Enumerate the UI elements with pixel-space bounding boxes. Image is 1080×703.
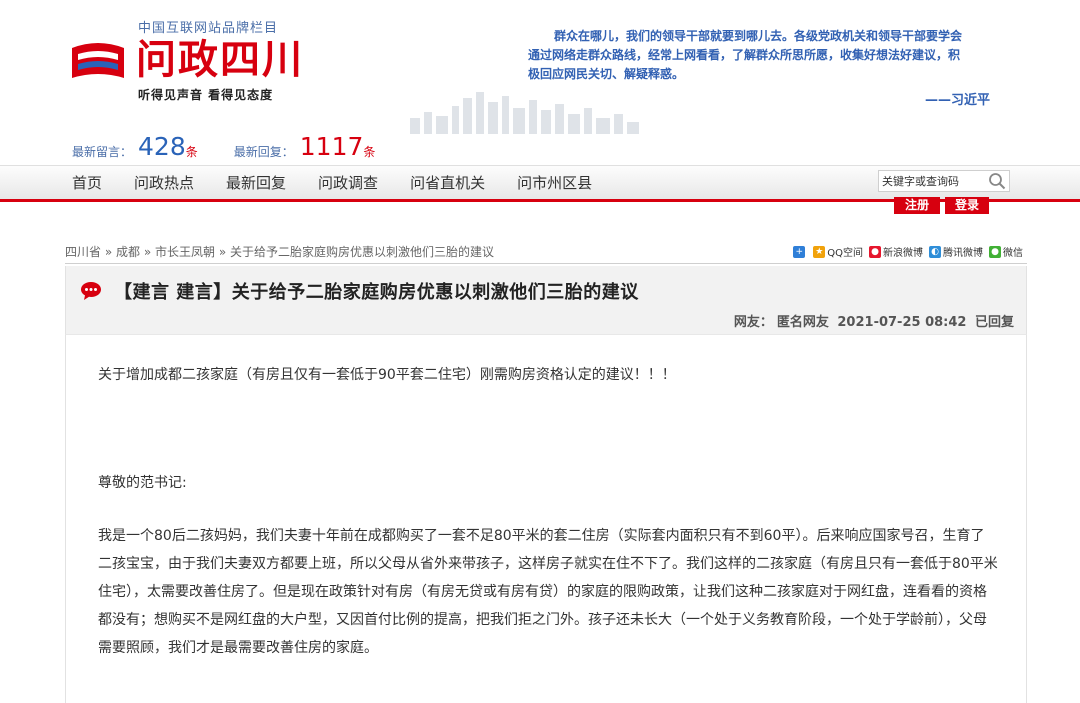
nav-item-surveys[interactable]: 问政调查	[318, 166, 378, 200]
search-button[interactable]	[985, 171, 1009, 191]
share-wechat[interactable]: ● 微信	[989, 244, 1023, 259]
nav-item-provincial-agencies[interactable]: 问省直机关	[410, 166, 485, 200]
wechat-icon: ●	[989, 245, 1001, 258]
share-bar: + ★ QQ空间 ● 新浪微博 ◐ 腾讯微博 ● 微信	[787, 244, 1023, 259]
search-icon	[989, 173, 1006, 190]
share-sina-weibo[interactable]: ● 新浪微博	[869, 244, 923, 259]
nav-items: 首页 问政热点 最新回复 问政调查 问省直机关 问市州区县	[72, 166, 624, 200]
share-label: 微信	[1003, 248, 1023, 259]
stat-label-new-posts: 最新留言：	[72, 145, 133, 159]
share-tencent-weibo[interactable]: ◐ 腾讯微博	[929, 244, 983, 259]
city-skyline-decoration	[410, 92, 639, 134]
post-title: 【建言 建言】关于给予二胎家庭购房优惠以刺激他们三胎的建议	[114, 282, 639, 303]
post-header: 【建言 建言】关于给予二胎家庭购房优惠以刺激他们三胎的建议 网友： 匿名网友 20…	[65, 266, 1027, 334]
search-box	[878, 170, 1010, 192]
logo-icon[interactable]	[68, 40, 128, 86]
share-label: 新浪微博	[883, 248, 923, 259]
nav-item-hot-topics[interactable]: 问政热点	[134, 166, 194, 200]
nav-item-latest-replies[interactable]: 最新回复	[226, 166, 286, 200]
breadcrumb-item-province[interactable]: 四川省	[65, 245, 101, 259]
register-button[interactable]: 注册	[894, 197, 940, 214]
post-datetime: 2021-07-25 08:42	[837, 315, 967, 330]
nav-item-cities-counties[interactable]: 问市州区县	[517, 166, 592, 200]
share-qzone[interactable]: ★ QQ空间	[813, 244, 863, 259]
quote-line: 通过网络走群众路线，经常上网看看，了解群众所思所愿，收集好想法好建议，积	[528, 48, 961, 62]
qzone-icon: ★	[813, 245, 826, 258]
quote-line: 极回应网民关切、解疑释惑。	[528, 67, 685, 81]
weibo-icon: ●	[869, 245, 881, 258]
stat-unit: 条	[185, 145, 198, 159]
login-button[interactable]: 登录	[945, 197, 989, 214]
breadcrumb-separator: »	[218, 245, 227, 259]
breadcrumb: 四川省 » 成都 » 市长王凤朝 » 关于给予二胎家庭购房优惠以刺激他们三胎的建…	[65, 243, 494, 260]
leader-quote: 群众在哪儿，我们的领导干部就要到哪儿去。各级党政机关和领导干部要学会 通过网络走…	[528, 27, 998, 84]
breadcrumb-bar: 四川省 » 成都 » 市长王凤朝 » 关于给予二胎家庭购房优惠以刺激他们三胎的建…	[65, 240, 1027, 264]
quote-line: 群众在哪儿，我们的领导干部就要到哪儿去。各级党政机关和领导干部要学会	[554, 29, 963, 43]
header-tagline: 中国互联网站品牌栏目	[138, 21, 279, 36]
post-content: 关于增加成都二孩家庭（有房且仅有一套低于90平套二住宅）刚需购房资格认定的建议！…	[65, 334, 1027, 703]
plus-icon: +	[793, 245, 806, 258]
post-paragraph: 我是一个80后二孩妈妈，我们夫妻十年前在成都购买了一套不足80平米的套二住房（实…	[98, 528, 998, 656]
nav-item-home[interactable]: 首页	[72, 166, 102, 200]
post-status: 已回复	[974, 315, 1014, 330]
logo-text[interactable]: 问政四川	[136, 36, 304, 84]
post-paragraph: 关于增加成都二孩家庭（有房且仅有一套低于90平套二住宅）刚需购房资格认定的建议！…	[98, 367, 676, 383]
stats-bar: 最新留言： 428 条 最新回复： 1117 条	[72, 136, 411, 160]
stat-unit: 条	[363, 145, 376, 159]
stat-value-new-posts: 428	[138, 136, 186, 160]
tencent-weibo-icon: ◐	[929, 245, 941, 258]
post-author[interactable]: 匿名网友	[777, 315, 829, 330]
share-label: QQ空间	[827, 248, 863, 259]
post-meta: 网友： 匿名网友 2021-07-25 08:42 已回复	[730, 311, 1014, 330]
share-label: 腾讯微博	[943, 248, 983, 259]
speech-bubble-icon	[81, 282, 101, 300]
stat-value-new-replies: 1117	[299, 136, 364, 160]
breadcrumb-item-mayor[interactable]: 市长王凤朝	[155, 245, 215, 259]
breadcrumb-separator: »	[104, 245, 113, 259]
breadcrumb-item-current[interactable]: 关于给予二胎家庭购房优惠以刺激他们三胎的建议	[230, 245, 494, 259]
search-input[interactable]	[879, 171, 983, 191]
share-more[interactable]: +	[793, 245, 807, 258]
meta-label: 网友：	[733, 315, 773, 330]
breadcrumb-item-city[interactable]: 成都	[116, 245, 140, 259]
post-paragraph: 尊敬的范书记:	[98, 475, 187, 491]
quote-author: ——习近平	[925, 93, 991, 108]
stat-label-new-replies: 最新回复：	[233, 145, 294, 159]
breadcrumb-separator: »	[143, 245, 152, 259]
site-header: 中国互联网站品牌栏目 问政四川 听得见声音 看得见态度 群众在哪儿，我们的领导干…	[0, 0, 1080, 165]
header-slogan: 听得见声音 看得见态度	[138, 88, 274, 102]
